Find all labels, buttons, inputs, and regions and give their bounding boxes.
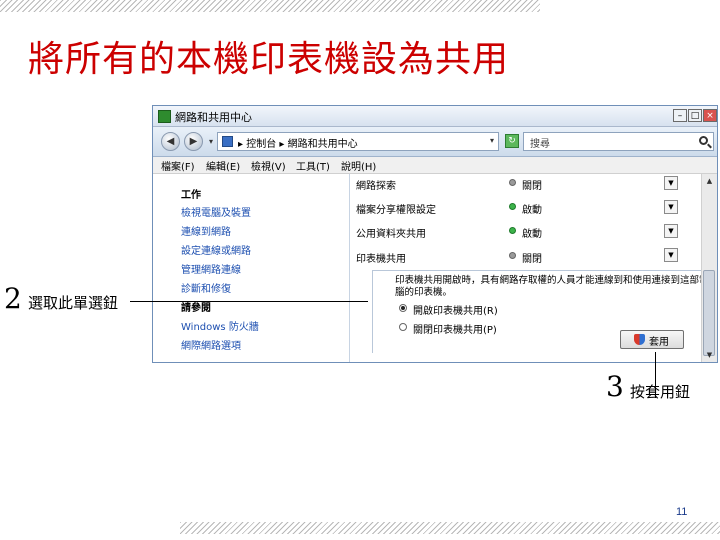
vertical-scrollbar[interactable]: ▲ ▼ (701, 174, 717, 362)
status-on-icon (509, 227, 516, 234)
refresh-button[interactable]: ↻ (505, 134, 519, 148)
uac-shield-icon (634, 334, 645, 345)
sidebar-link-connect-network[interactable]: 連線到網路 (181, 223, 231, 238)
menu-view[interactable]: 檢視(V) (251, 158, 286, 173)
callout-number-3: 3 (606, 370, 624, 403)
printer-sharing-description: 印表機共用開啟時，具有網路存取權的人員才能連線到和使用連接到這部電腦的印表機。 (395, 275, 709, 298)
control-panel-icon (222, 136, 233, 147)
status-off-icon (509, 179, 516, 186)
menu-file[interactable]: 檔案(F) (161, 158, 195, 173)
expand-button-network-discovery[interactable]: ▼ (664, 176, 678, 190)
recent-pages-dropdown[interactable]: ▾ (209, 137, 213, 146)
slide-title: 將所有的本機印表機設為共用 (28, 39, 510, 80)
task-sidebar: 工作 檢視電腦及裝置 連線到網路 設定連線或網路 管理網路連線 診斷和修復 請參… (153, 174, 349, 362)
radio-enable-printer-sharing[interactable] (399, 304, 407, 312)
address-dropdown[interactable]: ▾ (490, 136, 494, 145)
row-status-public-folder: 啟動 (522, 229, 542, 240)
close-button[interactable]: × (703, 109, 717, 122)
expand-button-public-folder[interactable]: ▼ (664, 224, 678, 238)
network-icon (158, 110, 171, 123)
row-label-printer-sharing: 印表機共用 (356, 254, 406, 265)
sidebar-link-diagnose-repair[interactable]: 診斷和修復 (181, 280, 231, 295)
address-path[interactable]: ▸ 控制台 ▸ 網路和共用中心 (238, 135, 358, 150)
row-status-file-sharing: 啟動 (522, 205, 542, 216)
scroll-thumb[interactable] (703, 270, 715, 356)
minimize-button[interactable]: – (673, 109, 687, 122)
status-off-icon (509, 252, 516, 259)
window-title: 網路和共用中心 (175, 111, 252, 124)
page-number: 11 (676, 506, 688, 518)
expand-button-printer-sharing[interactable]: ▼ (664, 248, 678, 262)
tasks-heading: 工作 (181, 190, 201, 201)
callout-text-click-apply: 按套用鈕 (630, 383, 691, 401)
expand-button-file-sharing[interactable]: ▼ (664, 200, 678, 214)
callout-text-select-radio: 選取此單選鈕 (28, 294, 119, 312)
apply-button[interactable]: 套用 (620, 330, 684, 349)
row-label-network-discovery: 網路探索 (356, 181, 396, 192)
menu-tools[interactable]: 工具(T) (296, 158, 330, 173)
callout-number-2: 2 (4, 282, 22, 315)
radio-disable-printer-sharing[interactable] (399, 323, 407, 331)
forward-button[interactable]: ▶ (184, 132, 203, 151)
row-label-public-folder: 公用資料夾共用 (356, 229, 426, 240)
sidebar-link-windows-firewall[interactable]: Windows 防火牆 (181, 318, 259, 333)
menu-bar: 檔案(F) 編輯(E) 檢視(V) 工具(T) 說明(H) (153, 157, 717, 174)
sidebar-link-setup-connection[interactable]: 設定連線或網路 (181, 242, 251, 257)
radio-label-disable[interactable]: 關閉印表機共用(P) (413, 321, 497, 336)
window-titlebar: 網路和共用中心 – □ × (153, 106, 717, 127)
row-status-network-discovery: 關閉 (522, 181, 542, 192)
row-status-printer-sharing: 關閉 (522, 254, 542, 265)
back-button[interactable]: ◀ (161, 132, 180, 151)
address-input[interactable]: ▸ 控制台 ▸ 網路和共用中心 ▾ (217, 132, 499, 151)
search-icon[interactable] (699, 136, 708, 145)
row-label-file-sharing: 檔案分享權限設定 (356, 205, 436, 216)
sidebar-link-internet-options[interactable]: 網際網路選項 (181, 337, 241, 352)
network-sharing-center-window: 網路和共用中心 – □ × ◀ ▶ ▾ ▸ 控制台 ▸ 網路和共用中心 ▾ ↻ … (152, 105, 718, 363)
sharing-settings-panel: 網路探索 關閉 ▼ 檔案分享權限設定 啟動 ▼ 公用資料夾共用 啟動 ▼ 印表機… (350, 174, 709, 362)
status-on-icon (509, 203, 516, 210)
scroll-up-arrow[interactable]: ▲ (702, 174, 717, 188)
sidebar-link-manage-connections[interactable]: 管理網路連線 (181, 261, 241, 276)
bottom-hatch-bar (180, 522, 720, 534)
callout-line-2 (130, 301, 368, 302)
top-hatch-bar (0, 0, 540, 12)
menu-help[interactable]: 說明(H) (341, 158, 376, 173)
search-placeholder: 搜尋 (530, 139, 550, 150)
maximize-button[interactable]: □ (688, 109, 702, 122)
address-bar-area: ◀ ▶ ▾ ▸ 控制台 ▸ 網路和共用中心 ▾ ↻ 搜尋 (153, 127, 717, 157)
sidebar-link-view-computers[interactable]: 檢視電腦及裝置 (181, 204, 251, 219)
apply-button-label: 套用 (649, 337, 669, 348)
scroll-down-arrow[interactable]: ▼ (702, 348, 717, 362)
search-input[interactable]: 搜尋 (523, 132, 714, 151)
menu-edit[interactable]: 編輯(E) (206, 158, 240, 173)
radio-label-enable[interactable]: 開啟印表機共用(R) (413, 302, 498, 317)
